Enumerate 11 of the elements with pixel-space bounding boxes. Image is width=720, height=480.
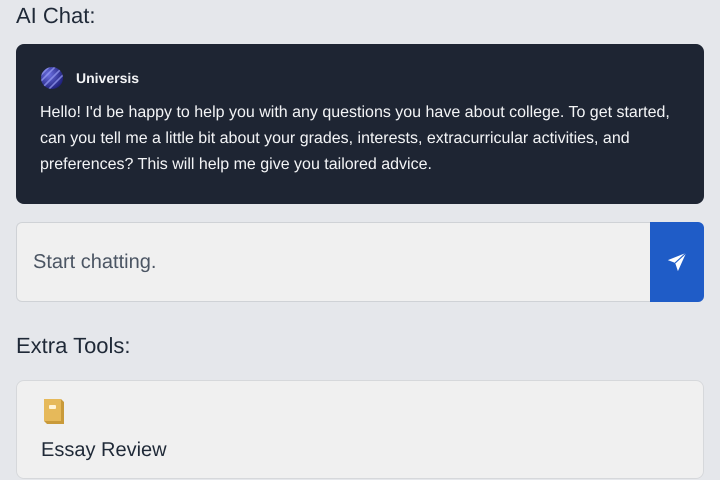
tool-card[interactable]: Essay Review: [16, 380, 704, 479]
section-heading: AI Chat:: [16, 2, 96, 30]
send-button[interactable]: [650, 222, 704, 302]
sender-name: Universis: [76, 70, 140, 86]
book-icon: [41, 397, 67, 425]
chat-input-field[interactable]: Start chatting.: [16, 222, 650, 302]
send-icon: [666, 251, 688, 273]
globe-logo-icon: [40, 66, 64, 90]
tool-title: Essay Review: [41, 438, 168, 462]
message-text: Hello! I'd be happy to help you with any questions you have about college. To get started, can you tell me a little bit about your grades, interests, extracurricular activities, and preferences? This will help me give you tailored advice.: [40, 103, 671, 175]
section-heading: Extra Tools:: [16, 332, 132, 360]
